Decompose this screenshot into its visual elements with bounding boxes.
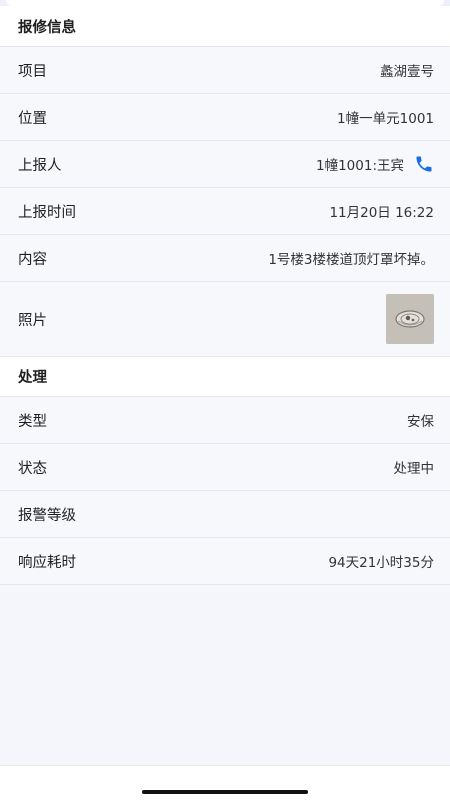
row-reporter: 上报人 1幢1001:王宾 xyxy=(0,141,450,188)
section-title-repair-info: 报修信息 xyxy=(18,19,76,36)
response-time-label: 响应耗时 xyxy=(18,554,76,571)
row-response-time: 响应耗时 94天21小时35分 xyxy=(0,538,450,585)
project-label: 项目 xyxy=(18,63,47,80)
reporter-label: 上报人 xyxy=(18,157,62,174)
section-title-processing: 处理 xyxy=(18,370,47,386)
location-value: 1幢一单元1001 xyxy=(337,111,434,127)
row-project: 项目 蠡湖壹号 xyxy=(0,47,450,94)
photo-label: 照片 xyxy=(18,312,47,329)
row-status: 状态 处理中 xyxy=(0,444,450,491)
content-label: 内容 xyxy=(18,251,47,268)
row-alarm-level: 报警等级 xyxy=(0,491,450,538)
status-label: 状态 xyxy=(18,460,47,477)
section-header-processing: 处理 xyxy=(0,357,450,397)
report-time-value: 11月20日 16:22 xyxy=(329,205,434,221)
alarm-level-label: 报警等级 xyxy=(18,507,76,524)
row-content: 内容 1号楼3楼楼道顶灯罩坏掉。 xyxy=(0,235,450,282)
bottom-bar xyxy=(0,765,450,800)
section-header-repair-info: 报修信息 xyxy=(0,6,450,47)
type-value: 安保 xyxy=(407,414,434,430)
reporter-value-group: 1幢1001:王宾 xyxy=(316,154,434,174)
project-value: 蠡湖壹号 xyxy=(380,64,434,80)
response-time-value: 94天21小时35分 xyxy=(328,555,434,571)
report-time-label: 上报时间 xyxy=(18,204,76,221)
reporter-value: 1幢1001:王宾 xyxy=(316,158,404,174)
row-type: 类型 安保 xyxy=(0,397,450,444)
status-value: 处理中 xyxy=(393,461,435,477)
photo-thumbnail[interactable] xyxy=(386,294,434,344)
content-value: 1号楼3楼楼道顶灯罩坏掉。 xyxy=(268,252,434,268)
row-report-time: 上报时间 11月20日 16:22 xyxy=(0,188,450,235)
row-photo: 照片 xyxy=(0,282,450,357)
type-label: 类型 xyxy=(18,413,47,430)
home-indicator[interactable] xyxy=(142,790,308,794)
row-location: 位置 1幢一单元1001 xyxy=(0,94,450,141)
location-label: 位置 xyxy=(18,110,47,127)
detail-content: 报修信息 项目 蠡湖壹号 位置 1幢一单元1001 上报人 1幢1001:王宾 … xyxy=(0,6,450,585)
phone-icon[interactable] xyxy=(414,154,434,174)
